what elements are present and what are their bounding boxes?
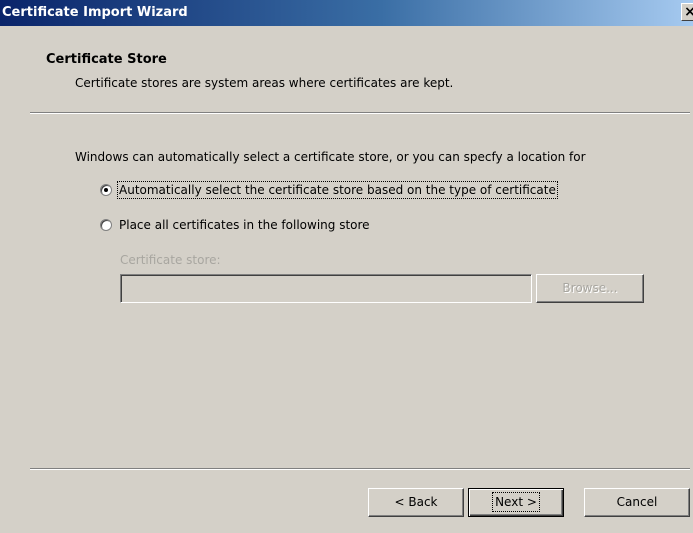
page-subtitle: Certificate stores are system areas wher…	[75, 76, 454, 90]
certificate-store-field	[120, 274, 532, 303]
header-divider	[30, 112, 690, 114]
wizard-header: Certificate Store Certificate stores are…	[0, 26, 693, 112]
page-title: Certificate Store	[46, 52, 167, 67]
radio-auto-select-label[interactable]: Automatically select the certificate sto…	[117, 181, 558, 199]
next-button-label[interactable]: Next >	[492, 492, 540, 512]
intro-text: Windows can automatically select a certi…	[75, 150, 586, 164]
radio-place-in-store-label[interactable]: Place all certificates in the following …	[119, 218, 370, 232]
footer-divider	[30, 468, 690, 470]
window-title: Certificate Import Wizard	[2, 5, 188, 20]
title-bar: Certificate Import Wizard ×	[0, 0, 693, 26]
radio-place-in-store-button[interactable]	[100, 219, 112, 231]
radio-auto-select[interactable]: Automatically select the certificate sto…	[100, 181, 558, 199]
radio-place-in-store[interactable]: Place all certificates in the following …	[100, 218, 370, 232]
next-button[interactable]: Next >	[468, 488, 564, 517]
cancel-button[interactable]: Cancel	[584, 488, 690, 517]
close-icon[interactable]: ×	[681, 3, 693, 21]
browse-button: Browse...	[536, 274, 644, 303]
radio-auto-select-button[interactable]	[100, 184, 112, 196]
back-button[interactable]: < Back	[368, 488, 464, 517]
certificate-store-label: Certificate store:	[120, 253, 221, 267]
